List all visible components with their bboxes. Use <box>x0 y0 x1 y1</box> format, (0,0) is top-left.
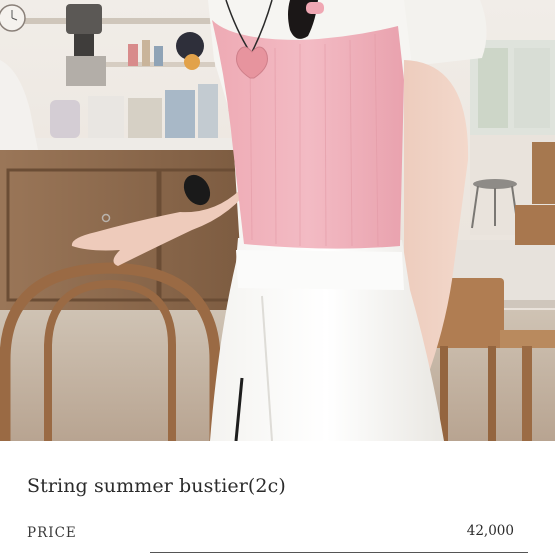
divider <box>150 552 528 553</box>
hair-clip <box>306 2 324 14</box>
product-photo[interactable] <box>0 0 555 441</box>
back-shelf <box>25 18 215 24</box>
price-label: PRICE <box>27 525 77 541</box>
window-chair <box>532 142 555 204</box>
price-value: 42,000 <box>466 523 514 539</box>
product-name: String summer bustier(2c) <box>27 475 286 497</box>
product-page: String summer bustier(2c) PRICE 42,000 <box>0 0 555 555</box>
right-chair <box>515 205 555 245</box>
